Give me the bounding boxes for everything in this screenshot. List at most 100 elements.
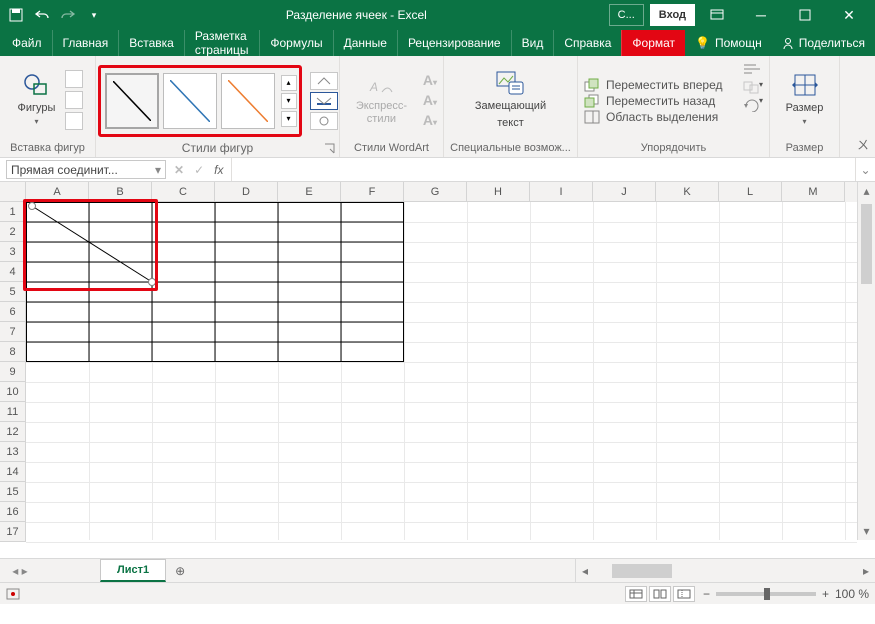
zoom-value[interactable]: 100 %: [835, 587, 869, 601]
zoom-knob[interactable]: [764, 588, 770, 600]
shape-handle-end[interactable]: [148, 278, 156, 286]
col-header[interactable]: D: [215, 182, 278, 202]
recent-shapes[interactable]: [65, 70, 83, 130]
row-header[interactable]: 8: [0, 342, 26, 362]
sheet-tab-active[interactable]: Лист1: [100, 559, 166, 582]
col-header[interactable]: J: [593, 182, 656, 202]
style-preset-3[interactable]: [221, 73, 275, 129]
window-minimize[interactable]: ─: [739, 0, 783, 30]
row-header[interactable]: 6: [0, 302, 26, 322]
record-macro-icon[interactable]: [6, 588, 20, 600]
zoom-slider[interactable]: [716, 592, 816, 596]
cells-area[interactable]: [26, 202, 857, 540]
scroll-left-icon[interactable]: ◂: [576, 564, 594, 578]
qat-save[interactable]: [4, 3, 28, 27]
name-box[interactable]: Прямая соединит... ▾: [6, 160, 166, 179]
sheet-nav[interactable]: ◂ ▸: [0, 559, 40, 582]
vscroll-thumb[interactable]: [861, 204, 872, 284]
tab-formulas[interactable]: Формулы: [259, 30, 332, 56]
new-sheet-button[interactable]: ⊕: [166, 559, 194, 582]
col-header[interactable]: G: [404, 182, 467, 202]
window-maximize[interactable]: [783, 0, 827, 30]
col-header[interactable]: M: [782, 182, 845, 202]
row-header[interactable]: 10: [0, 382, 26, 402]
col-header[interactable]: C: [152, 182, 215, 202]
col-header[interactable]: L: [719, 182, 782, 202]
qat-undo[interactable]: [30, 3, 54, 27]
ribbon-display-options[interactable]: [695, 0, 739, 30]
rotate-button[interactable]: [742, 98, 762, 112]
tab-insert[interactable]: Вставка: [118, 30, 184, 56]
align-button[interactable]: [742, 62, 762, 76]
expand-formula-bar[interactable]: ⌄: [855, 158, 875, 181]
horizontal-scrollbar[interactable]: ◂ ▸: [575, 559, 875, 582]
shapes-button[interactable]: Фигуры ▾: [12, 70, 62, 129]
tab-view[interactable]: Вид: [511, 30, 554, 56]
zoom-in[interactable]: +: [822, 587, 829, 601]
drawing-tools-context[interactable]: С...: [609, 4, 644, 26]
tab-format[interactable]: Формат: [621, 30, 685, 56]
alt-text-button[interactable]: Замещающий текст: [469, 68, 552, 130]
scroll-down-icon[interactable]: ▾: [858, 522, 875, 540]
tab-review[interactable]: Рецензирование: [397, 30, 511, 56]
zoom-out[interactable]: −: [703, 587, 710, 601]
tab-home[interactable]: Главная: [52, 30, 119, 56]
dialog-launcher-icon[interactable]: [324, 143, 336, 155]
row-header[interactable]: 17: [0, 522, 26, 542]
row-header[interactable]: 11: [0, 402, 26, 422]
send-backward-button[interactable]: Переместить назад▾: [584, 94, 763, 108]
scroll-up-icon[interactable]: ▴: [858, 182, 875, 200]
formula-bar[interactable]: [231, 158, 855, 181]
row-headers[interactable]: 1234567891011121314151617: [0, 202, 26, 542]
row-header[interactable]: 2: [0, 222, 26, 242]
col-header[interactable]: K: [656, 182, 719, 202]
window-close[interactable]: ✕: [827, 0, 871, 30]
shape-handle-start[interactable]: [28, 202, 36, 210]
col-header[interactable]: A: [26, 182, 89, 202]
fx-icon[interactable]: fx: [214, 163, 223, 177]
shape-fill-button[interactable]: [310, 72, 338, 90]
tab-layout[interactable]: Разметка страницы: [184, 30, 260, 56]
row-header[interactable]: 3: [0, 242, 26, 262]
col-header[interactable]: F: [341, 182, 404, 202]
selection-pane-button[interactable]: Область выделения: [584, 110, 763, 124]
row-header[interactable]: 4: [0, 262, 26, 282]
row-header[interactable]: 15: [0, 482, 26, 502]
tab-data[interactable]: Данные: [333, 30, 397, 56]
style-preset-1[interactable]: [105, 73, 159, 129]
hscroll-thumb[interactable]: [612, 564, 672, 578]
share-button[interactable]: Поделиться: [772, 30, 875, 56]
view-page-layout[interactable]: [649, 586, 671, 602]
gallery-scroll-down[interactable]: ▾: [281, 93, 297, 109]
shape-style-gallery[interactable]: ▴ ▾ ▾: [98, 65, 302, 137]
view-normal[interactable]: [625, 586, 647, 602]
col-header[interactable]: H: [467, 182, 530, 202]
sign-in-button[interactable]: Вход: [650, 4, 695, 26]
size-button[interactable]: Размер ▾: [780, 70, 830, 129]
col-header[interactable]: E: [278, 182, 341, 202]
qat-customize[interactable]: ▾: [82, 3, 106, 27]
row-header[interactable]: 13: [0, 442, 26, 462]
style-preset-2[interactable]: [163, 73, 217, 129]
tab-help[interactable]: Справка: [553, 30, 621, 56]
vertical-scrollbar[interactable]: ▴ ▾: [857, 182, 875, 540]
row-header[interactable]: 5: [0, 282, 26, 302]
enter-formula-icon[interactable]: ✓: [194, 163, 204, 177]
tell-me[interactable]: 💡 Помощн: [685, 30, 772, 56]
row-header[interactable]: 1: [0, 202, 26, 222]
row-header[interactable]: 16: [0, 502, 26, 522]
col-header[interactable]: I: [530, 182, 593, 202]
collapse-ribbon[interactable]: ㄨ: [857, 136, 869, 153]
view-page-break[interactable]: [673, 586, 695, 602]
name-box-dropdown-icon[interactable]: ▾: [155, 163, 161, 177]
diagonal-line-shape[interactable]: [30, 204, 154, 284]
shape-outline-button[interactable]: [310, 92, 338, 110]
gallery-more-button[interactable]: ▾: [281, 111, 297, 127]
row-header[interactable]: 12: [0, 422, 26, 442]
bring-forward-button[interactable]: Переместить вперед▾: [584, 78, 763, 92]
select-all-cells[interactable]: [0, 182, 26, 202]
col-header[interactable]: B: [89, 182, 152, 202]
row-header[interactable]: 9: [0, 362, 26, 382]
column-headers[interactable]: ABCDEFGHIJKLM: [26, 182, 857, 202]
tab-file[interactable]: Файл: [0, 30, 52, 56]
